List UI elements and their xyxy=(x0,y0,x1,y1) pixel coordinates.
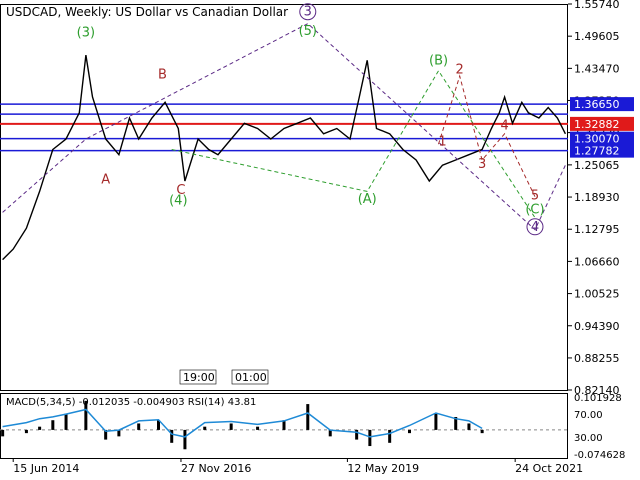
level-price-label: 1.36650 xyxy=(574,98,620,111)
wave-label: 4 xyxy=(531,220,539,235)
level-price-label: 1.32882 xyxy=(574,118,620,131)
x-tick-label: 12 May 2019 xyxy=(347,462,419,475)
wave-label: (4) xyxy=(169,194,187,209)
time-marker-label: 19:00 xyxy=(183,371,215,384)
wave-label: (3) xyxy=(77,26,95,41)
macd-tick-label: -0.074628 xyxy=(574,450,625,461)
y-tick-label: 1.43470 xyxy=(574,62,620,75)
rsi-tick-label: 30.00 xyxy=(574,433,603,444)
y-tick-label: 1.25065 xyxy=(574,159,620,172)
level-price-label: 1.27782 xyxy=(574,145,620,158)
x-tick-label: 15 Jun 2014 xyxy=(13,462,79,475)
wave-label: B xyxy=(158,68,167,83)
y-tick-label: 1.06660 xyxy=(574,255,620,268)
y-tick-label: 1.00525 xyxy=(574,288,620,301)
wave-label: (B) xyxy=(429,54,448,69)
wave-label: 4 xyxy=(500,119,508,134)
wave-label: 3 xyxy=(478,157,486,172)
wave-label: (C) xyxy=(525,202,544,217)
time-marker-label: 01:00 xyxy=(235,371,267,384)
y-tick-label: 1.55740 xyxy=(574,0,620,11)
wave-label: A xyxy=(101,173,110,188)
x-tick-label: 27 Nov 2016 xyxy=(181,462,251,475)
indicator-label: MACD(5,34,5) -0.012035 -0.004903 RSI(14)… xyxy=(6,397,256,408)
rsi-tick-label: 70.00 xyxy=(574,410,603,421)
wave-label: 5 xyxy=(531,188,539,203)
y-tick-label: 1.49605 xyxy=(574,30,620,43)
chart-title: USDCAD, Weekly: US Dollar vs Canadian Do… xyxy=(6,5,288,19)
y-tick-label: 1.12795 xyxy=(574,223,620,236)
y-tick-label: 0.88255 xyxy=(574,352,620,365)
y-tick-label: 0.94390 xyxy=(574,320,620,333)
macd-tick-label: 0.101928 xyxy=(574,393,622,404)
wave-label: (A) xyxy=(358,192,377,207)
wave-label: 3 xyxy=(304,5,312,20)
y-tick-label: 1.18930 xyxy=(574,191,620,204)
chart-canvas[interactable]: USDCAD, Weekly: US Dollar vs Canadian Do… xyxy=(0,0,640,480)
x-tick-label: 24 Oct 2021 xyxy=(515,462,583,475)
wave-label: 1 xyxy=(438,134,446,149)
wave-label: (5) xyxy=(299,24,317,39)
wave-label: 2 xyxy=(456,62,464,77)
chart-background xyxy=(0,0,640,480)
